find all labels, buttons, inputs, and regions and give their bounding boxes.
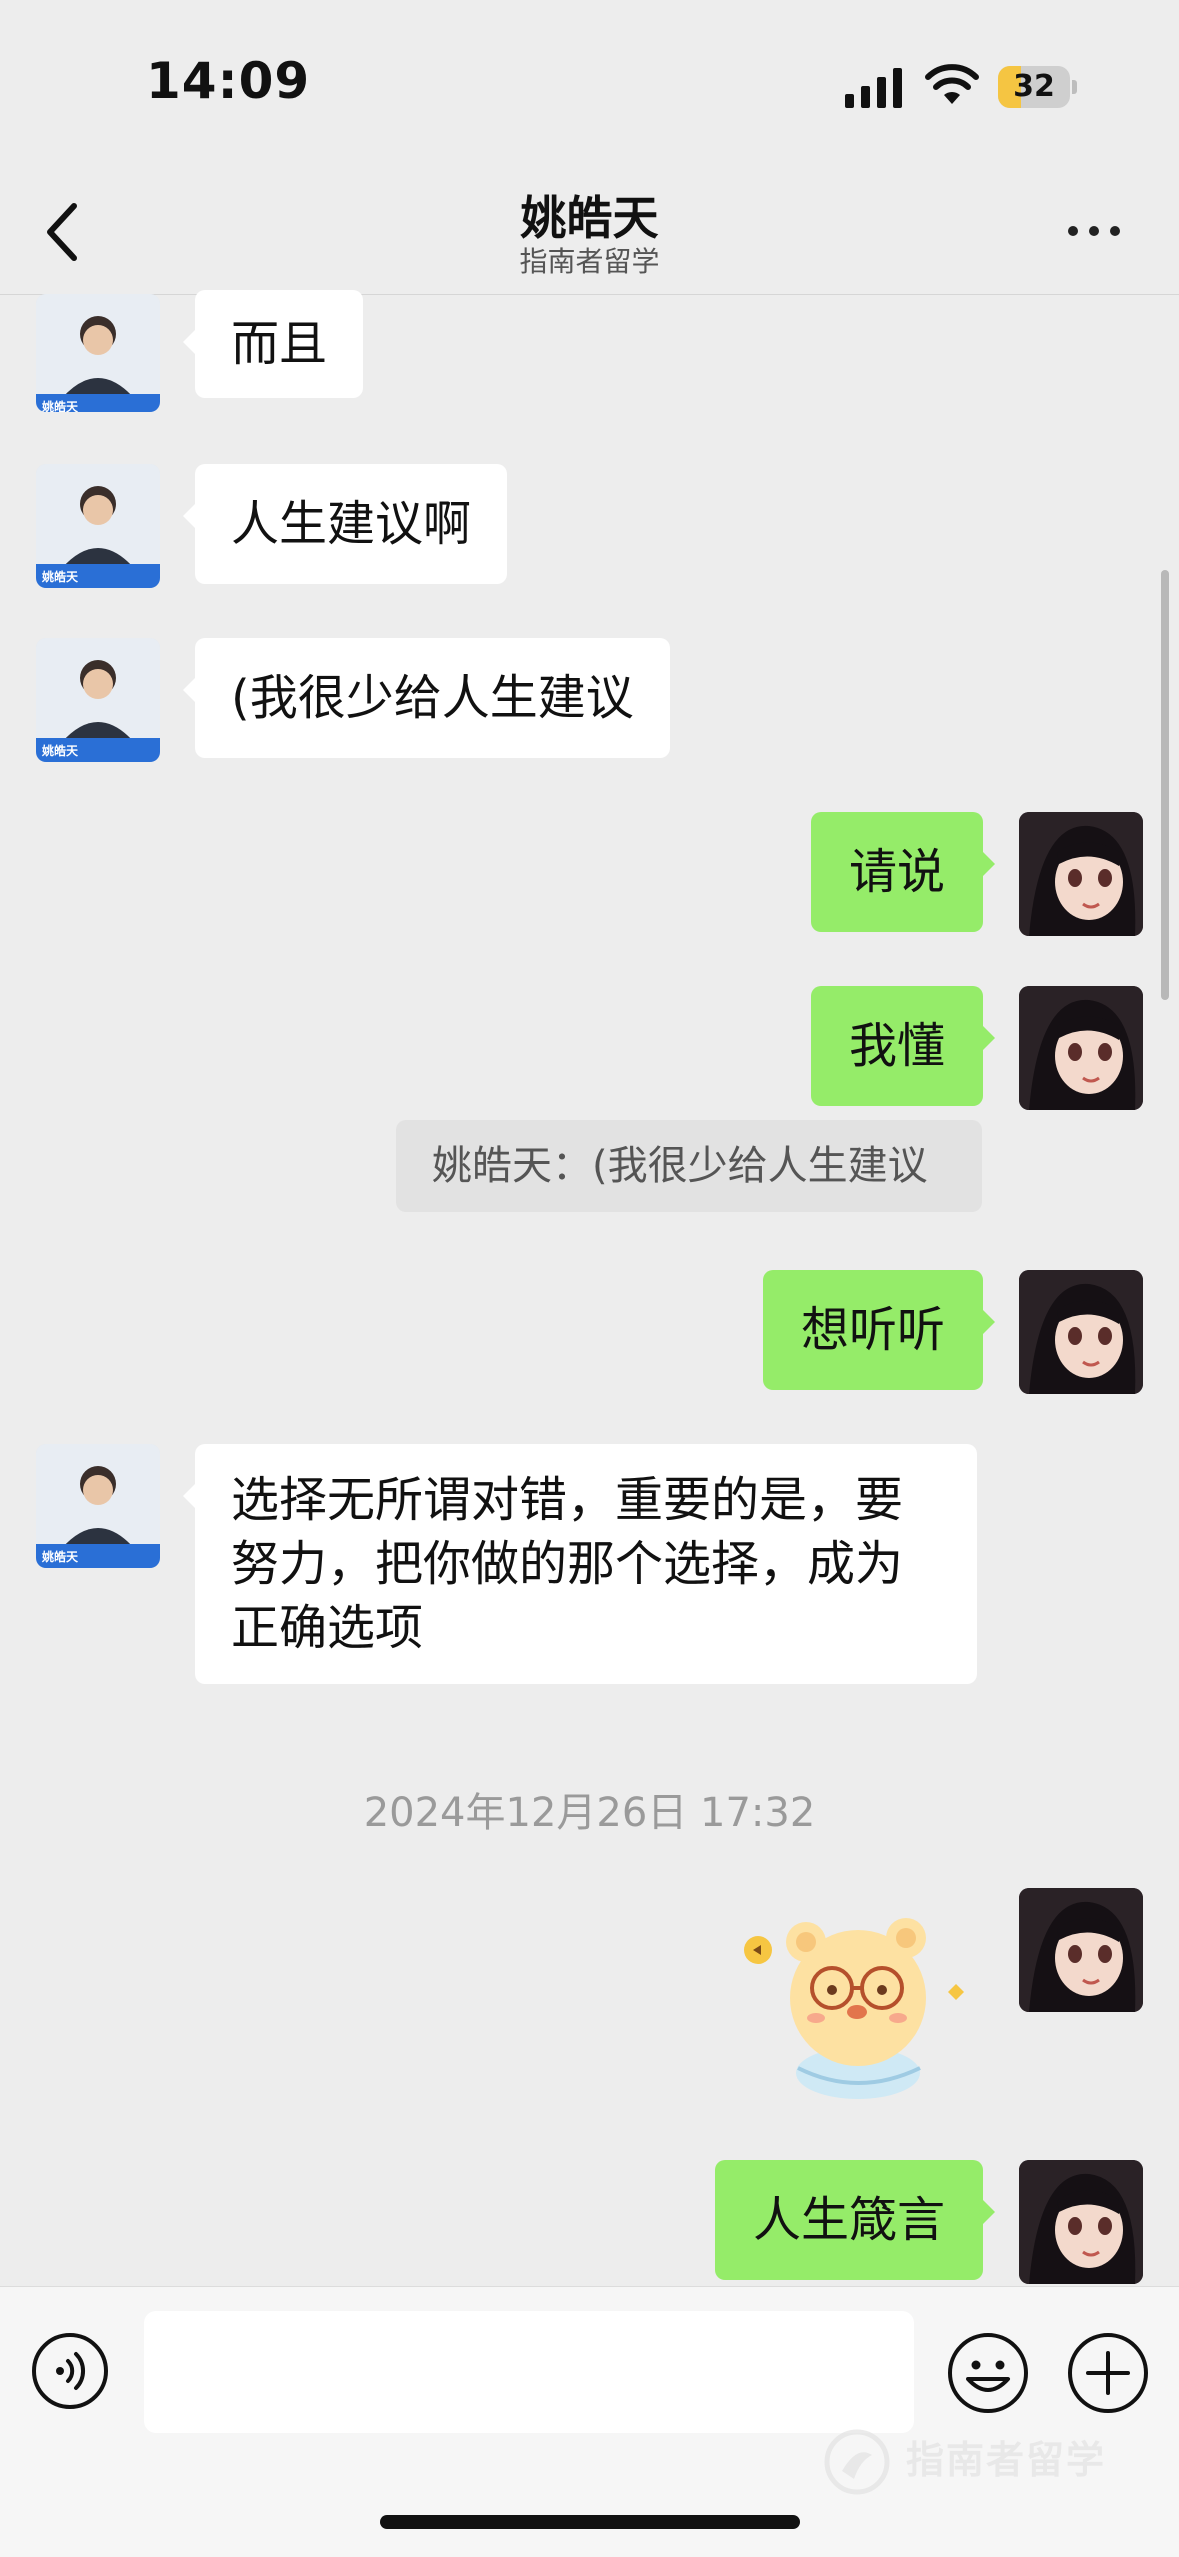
my-avatar[interactable] xyxy=(1019,1888,1143,2012)
cellular-signal-icon xyxy=(845,68,902,108)
message-bubble[interactable]: 而且 xyxy=(182,290,364,398)
svg-text:姚皓天: 姚皓天 xyxy=(41,1549,79,1564)
status-time: 14:09 xyxy=(146,52,311,110)
anime-girl-avatar-icon xyxy=(1019,1888,1143,2012)
contact-avatar[interactable]: 姚皓天 xyxy=(36,1444,160,1568)
message-line: 选择无所谓对错，重要的是，要 xyxy=(231,1472,904,1528)
bear-sticker-icon[interactable] xyxy=(728,1888,980,2108)
person-photo-icon: 姚皓天 xyxy=(36,464,160,588)
my-avatar[interactable] xyxy=(1019,1270,1143,1394)
message-line: 努力，把你做的那个选择，成为 xyxy=(231,1536,904,1592)
svg-text:姚皓天: 姚皓天 xyxy=(41,743,79,758)
anime-girl-avatar-icon xyxy=(1019,1270,1143,1394)
person-photo-icon: 姚皓天 xyxy=(36,638,160,762)
message-bubble-outgoing[interactable]: 人生箴言 xyxy=(714,2160,996,2280)
watermark-text: 指南者留学 xyxy=(906,2438,1107,2482)
contact-avatar[interactable]: 姚皓天 xyxy=(36,638,160,762)
message-input[interactable] xyxy=(144,2311,914,2433)
chat-header: 姚皓天 指南者留学 xyxy=(0,170,1179,295)
wifi-icon xyxy=(925,64,979,104)
anime-girl-avatar-icon xyxy=(1019,2160,1143,2284)
battery-percent: 32 xyxy=(1013,69,1055,104)
more-icon[interactable] xyxy=(1064,216,1124,244)
chat-title: 姚皓天 xyxy=(520,191,659,245)
contact-avatar[interactable]: 姚皓天 xyxy=(36,464,160,588)
home-indicator xyxy=(380,2515,800,2529)
message-bubble-outgoing[interactable]: 想听听 xyxy=(762,1270,996,1390)
my-avatar[interactable] xyxy=(1019,986,1143,1110)
message-bubble[interactable]: 人生建议啊 xyxy=(182,464,508,584)
person-photo-icon: 姚皓天 xyxy=(36,294,160,412)
emoji-icon[interactable] xyxy=(946,2331,1030,2415)
svg-text:姚皓天: 姚皓天 xyxy=(41,399,79,412)
my-avatar[interactable] xyxy=(1019,2160,1143,2284)
contact-avatar[interactable]: 姚皓天 xyxy=(36,294,160,412)
scrollbar[interactable] xyxy=(1161,570,1169,1000)
message-bubble-outgoing[interactable]: 我懂 xyxy=(810,986,996,1106)
message-bubble[interactable]: (我很少给人生建议 xyxy=(183,638,670,758)
anime-girl-avatar-icon xyxy=(1019,812,1143,936)
watermark: 指南者留学 xyxy=(820,2425,1150,2505)
quoted-message[interactable]: 姚皓天：(我很少给人生建议 xyxy=(396,1120,982,1212)
voice-icon[interactable] xyxy=(30,2331,110,2411)
plus-icon[interactable] xyxy=(1066,2331,1150,2415)
message-bubble-outgoing[interactable]: 请说 xyxy=(810,812,996,932)
message-line: 正确选项 xyxy=(231,1600,424,1656)
chat-subtitle: 指南者留学 xyxy=(519,245,660,278)
my-avatar[interactable] xyxy=(1019,812,1143,936)
message-bubble[interactable]: 选择无所谓对错，重要的是，要 努力，把你做的那个选择，成为 正确选项 xyxy=(183,1444,977,1684)
chat-timestamp: 2024年12月26日 17:32 xyxy=(363,1790,816,1836)
svg-text:姚皓天: 姚皓天 xyxy=(41,569,79,584)
battery-icon: 32 xyxy=(998,66,1078,108)
anime-girl-avatar-icon xyxy=(1019,986,1143,1110)
logo-icon xyxy=(824,2429,890,2495)
input-toolbar: 指南者留学 xyxy=(0,2286,1179,2557)
person-photo-icon: 姚皓天 xyxy=(36,1444,160,1568)
